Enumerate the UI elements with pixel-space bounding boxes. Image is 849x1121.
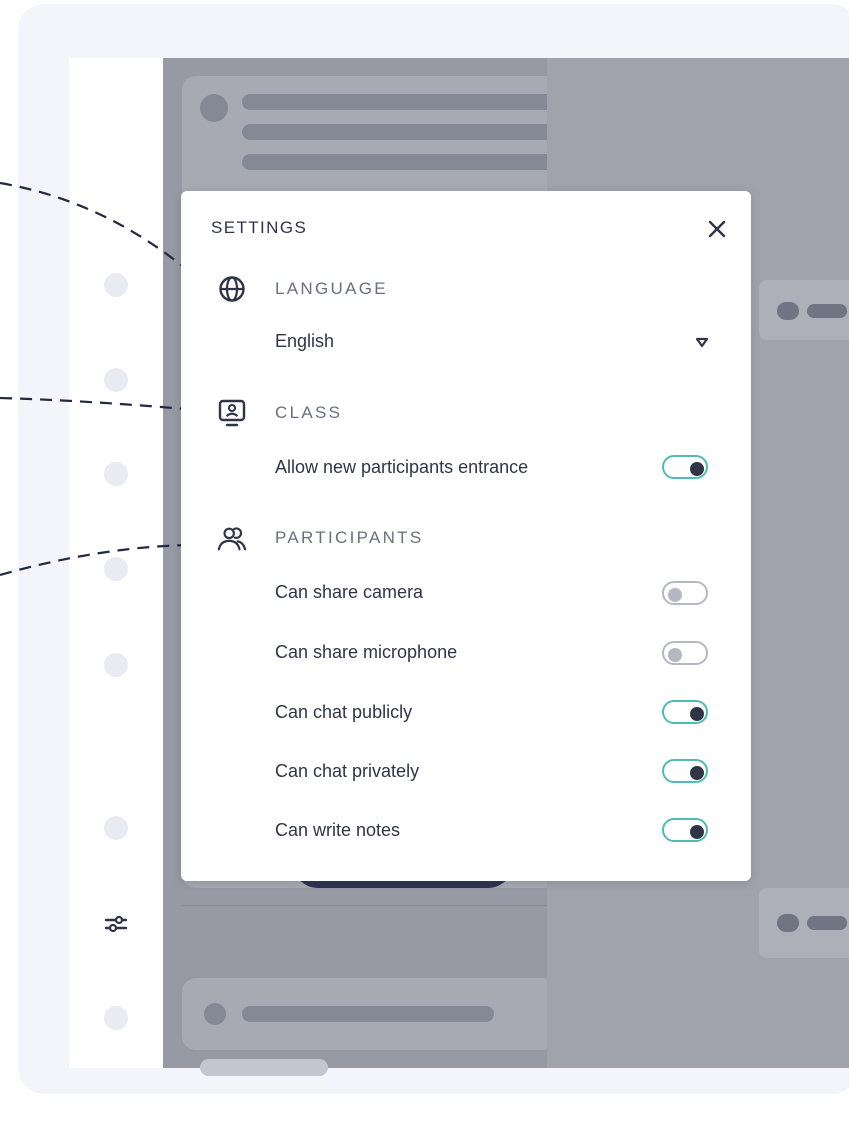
modal-title: SETTINGS — [211, 218, 308, 237]
option-label: Can chat privately — [275, 761, 420, 781]
users-icon — [217, 524, 247, 554]
callout-arrow-class — [0, 396, 198, 412]
option-label: Can write notes — [275, 820, 401, 840]
toggle-knob — [690, 766, 704, 780]
language-dropdown[interactable]: English — [275, 331, 713, 357]
option-label: Can chat publicly — [275, 702, 413, 722]
toggle-chat-privately[interactable] — [662, 759, 708, 783]
section-title-participants: PARTICIPANTS — [275, 528, 424, 547]
settings-modal: SETTINGS LANGUAGE English CLASS Allow ne… — [181, 191, 751, 881]
section-title-language: LANGUAGE — [275, 279, 388, 298]
presentation-screen-icon — [217, 398, 247, 428]
toggle-allow-new-participants[interactable] — [662, 455, 708, 479]
caret-down-icon — [695, 337, 709, 348]
toggle-share-camera[interactable] — [662, 581, 708, 605]
globe-icon — [217, 274, 247, 304]
language-selected-value: English — [275, 331, 335, 351]
option-label: Can share microphone — [275, 642, 458, 662]
toggle-knob — [668, 648, 682, 662]
toggle-knob — [668, 588, 682, 602]
section-title-class: CLASS — [275, 403, 343, 422]
close-icon — [708, 220, 726, 238]
toggle-knob — [690, 825, 704, 839]
callout-arrow-participants — [0, 543, 198, 577]
callout-arrow-language — [0, 181, 198, 279]
option-label: Can share camera — [275, 582, 424, 602]
toggle-share-microphone[interactable] — [662, 641, 708, 665]
toggle-knob — [690, 462, 704, 476]
toggle-write-notes[interactable] — [662, 818, 708, 842]
toggle-chat-publicly[interactable] — [662, 700, 708, 724]
option-label: Allow new participants entrance — [275, 457, 529, 477]
close-button[interactable] — [703, 215, 731, 243]
toggle-knob — [690, 707, 704, 721]
